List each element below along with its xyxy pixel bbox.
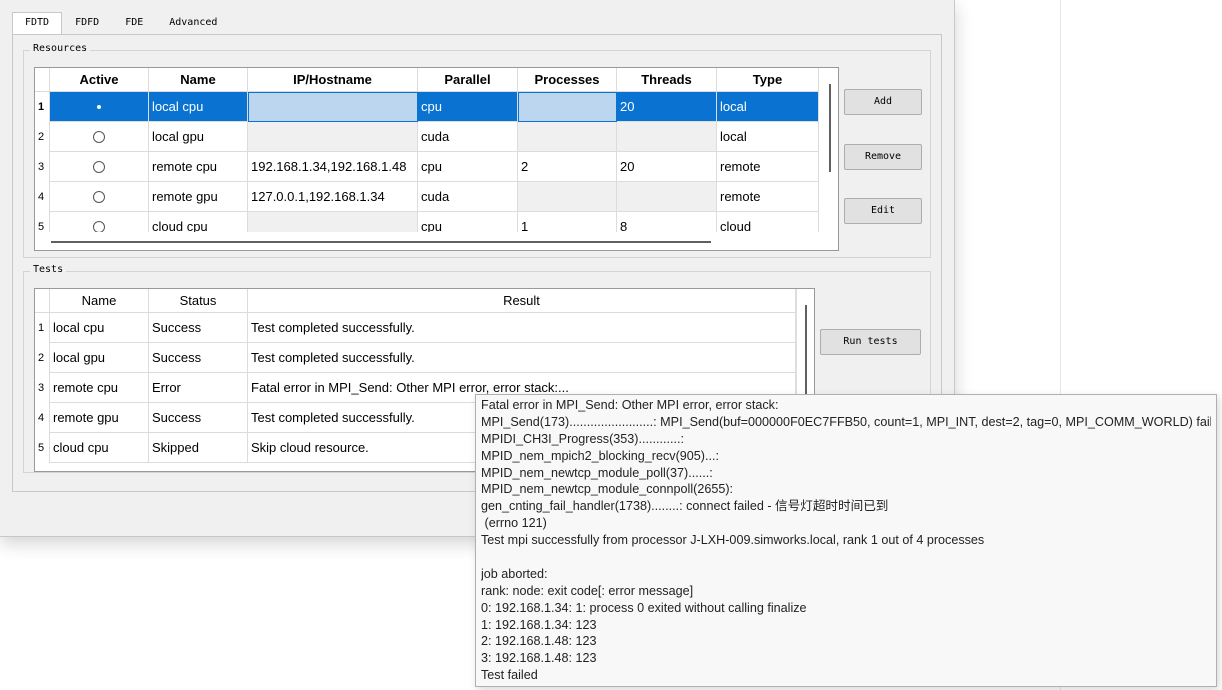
column-header-name[interactable]: Name xyxy=(149,68,248,92)
tab-fdtd[interactable]: FDTD xyxy=(12,12,63,34)
threads-cell[interactable]: 20 xyxy=(617,152,717,182)
test-name-cell[interactable]: local cpu xyxy=(50,313,149,343)
row-number[interactable]: 4 xyxy=(35,403,50,433)
column-header-ip[interactable]: IP/Hostname xyxy=(248,68,418,92)
type-cell[interactable]: local xyxy=(717,92,819,122)
radio-selected-icon[interactable] xyxy=(93,101,105,113)
column-header-name[interactable]: Name xyxy=(50,289,149,313)
test-status-cell[interactable]: Success xyxy=(149,343,248,373)
parallel-cell[interactable]: cuda xyxy=(418,182,518,212)
resources-group: Resources Active Name IP/Hostname Parall… xyxy=(23,43,931,258)
tooltip-line: 0: 192.168.1.34: 1: process 0 exited wit… xyxy=(481,600,807,615)
name-cell[interactable]: local cpu xyxy=(149,92,248,122)
column-header-active[interactable]: Active xyxy=(50,68,149,92)
parallel-cell[interactable]: cuda xyxy=(418,122,518,152)
column-header-processes[interactable]: Processes xyxy=(518,68,617,92)
tooltip-line: 2: 192.168.1.48: 123 xyxy=(481,634,597,649)
corner-cell xyxy=(35,289,50,313)
column-header-status[interactable]: Status xyxy=(149,289,248,313)
error-details-tooltip: Fatal error in MPI_Send: Other MPI error… xyxy=(475,394,1217,687)
column-header-type[interactable]: Type xyxy=(717,68,819,92)
vertical-scrollbar-thumb[interactable] xyxy=(805,305,807,405)
tooltip-line: job aborted: xyxy=(481,566,548,581)
test-status-cell[interactable]: Error xyxy=(149,373,248,403)
name-cell[interactable]: remote cpu xyxy=(149,152,248,182)
threads-cell[interactable] xyxy=(617,182,717,212)
name-cell[interactable]: local gpu xyxy=(149,122,248,152)
ip-cell[interactable] xyxy=(248,122,418,152)
tab-fde[interactable]: FDE xyxy=(112,12,156,34)
active-cell[interactable] xyxy=(50,92,149,122)
threads-cell[interactable]: 20 xyxy=(617,92,717,122)
tooltip-line: MPIDI_CH3I_Progress(353)............: xyxy=(481,431,684,446)
test-name-cell[interactable]: remote cpu xyxy=(50,373,149,403)
parallel-cell[interactable]: cpu xyxy=(418,152,518,182)
threads-cell[interactable] xyxy=(617,122,717,152)
run-tests-button[interactable]: Run tests xyxy=(820,329,921,355)
type-cell[interactable]: remote xyxy=(717,182,819,212)
processes-cell[interactable] xyxy=(518,122,617,152)
corner-cell xyxy=(35,68,50,92)
ip-cell[interactable]: 192.168.1.34,192.168.1.48 xyxy=(248,152,418,182)
row-number[interactable]: 2 xyxy=(35,122,50,152)
row-number[interactable]: 4 xyxy=(35,182,50,212)
test-name-cell[interactable]: remote gpu xyxy=(50,403,149,433)
test-name-cell[interactable]: cloud cpu xyxy=(50,433,149,463)
type-cell[interactable]: remote xyxy=(717,152,819,182)
column-header-result[interactable]: Result xyxy=(248,289,796,313)
radio-unselected-icon[interactable] xyxy=(93,161,105,173)
tab-bar: FDTD FDFD FDE Advanced xyxy=(12,12,230,34)
test-result-cell[interactable]: Test completed successfully. xyxy=(248,313,796,343)
column-header-threads[interactable]: Threads xyxy=(617,68,717,92)
ip-cell[interactable]: 127.0.0.1,192.168.1.34 xyxy=(248,182,418,212)
parallel-cell[interactable]: cpu xyxy=(418,92,518,122)
add-button[interactable]: Add xyxy=(844,89,922,115)
column-header-parallel[interactable]: Parallel xyxy=(418,68,518,92)
row-number[interactable]: 1 xyxy=(35,313,50,343)
remove-button[interactable]: Remove xyxy=(844,144,922,170)
tooltip-line: Fatal error in MPI_Send: Other MPI error… xyxy=(481,398,779,412)
horizontal-scrollbar-thumb[interactable] xyxy=(51,241,711,243)
radio-unselected-icon[interactable] xyxy=(93,131,105,143)
tooltip-line: 3: 192.168.1.48: 123 xyxy=(481,651,597,666)
tab-advanced[interactable]: Advanced xyxy=(156,12,230,34)
row-number[interactable]: 2 xyxy=(35,343,50,373)
tooltip-line: 1: 192.168.1.34: 123 xyxy=(481,617,597,632)
tab-fdfd[interactable]: FDFD xyxy=(62,12,112,34)
vertical-scrollbar-thumb[interactable] xyxy=(829,84,831,172)
test-status-cell[interactable]: Success xyxy=(149,403,248,433)
resources-group-title: Resources xyxy=(30,43,91,54)
tooltip-line: rank: node: exit code[: error message] xyxy=(481,583,694,598)
active-cell[interactable] xyxy=(50,152,149,182)
tooltip-line: MPID_nem_newtcp_module_connpoll(2655): xyxy=(481,482,734,497)
radio-unselected-icon[interactable] xyxy=(93,191,105,203)
processes-cell[interactable] xyxy=(518,182,617,212)
active-cell[interactable] xyxy=(50,122,149,152)
tooltip-line: gen_cnting_fail_handler(1738)........: c… xyxy=(481,499,889,514)
test-status-cell[interactable]: Skipped xyxy=(149,433,248,463)
edit-button[interactable]: Edit xyxy=(844,198,922,224)
name-cell[interactable]: remote gpu xyxy=(149,182,248,212)
processes-cell[interactable]: 2 xyxy=(518,152,617,182)
row-number[interactable]: 5 xyxy=(35,433,50,463)
tooltip-line: Test mpi successfully from processor J-L… xyxy=(481,533,985,548)
test-status-cell[interactable]: Success xyxy=(149,313,248,343)
test-result-cell[interactable]: Test completed successfully. xyxy=(248,343,796,373)
active-cell[interactable] xyxy=(50,182,149,212)
tests-group-title: Tests xyxy=(30,264,67,275)
tooltip-line: Test failed xyxy=(481,668,538,683)
row-number[interactable]: 1 xyxy=(35,92,50,122)
resources-table[interactable]: Active Name IP/Hostname Parallel Process… xyxy=(34,67,839,251)
processes-cell[interactable] xyxy=(518,92,617,122)
type-cell[interactable]: local xyxy=(717,122,819,152)
tooltip-line: MPID_nem_newtcp_module_poll(37)......: xyxy=(481,465,713,480)
row-number[interactable]: 3 xyxy=(35,152,50,182)
tooltip-line: (errno 121) xyxy=(481,516,547,531)
ip-cell[interactable] xyxy=(248,92,418,122)
tooltip-line xyxy=(481,549,1211,566)
row-number[interactable]: 3 xyxy=(35,373,50,403)
test-name-cell[interactable]: local gpu xyxy=(50,343,149,373)
tooltip-line: MPID_nem_mpich2_blocking_recv(905)...: xyxy=(481,448,719,463)
tooltip-line: MPI_Send(173)........................: M… xyxy=(481,414,1211,429)
